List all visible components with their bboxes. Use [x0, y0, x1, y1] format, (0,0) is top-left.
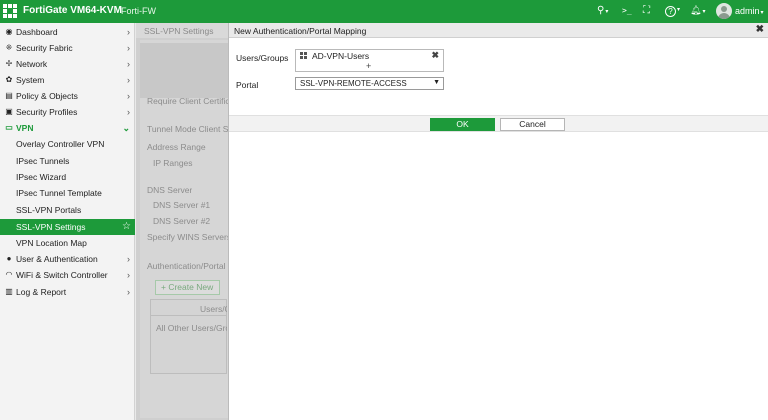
chevron-right-icon: › — [127, 59, 130, 69]
mapping-dialog: New Authentication/Portal Mapping ✖ User… — [228, 23, 768, 420]
chart-icon: ▥ — [5, 287, 13, 296]
sidebar-item-log-report[interactable]: ▥ Log & Report › — [0, 284, 135, 300]
address-range-label: Address Range — [147, 142, 206, 152]
dns-server-2-label: DNS Server #2 — [153, 216, 211, 226]
fullscreen-icon[interactable]: ⛶ — [643, 5, 650, 16]
chevron-right-icon: › — [127, 287, 130, 297]
tunnel-mode-label: Tunnel Mode Client Se — [147, 124, 228, 134]
add-icon[interactable]: + — [366, 61, 371, 71]
close-icon[interactable]: ✖ — [756, 24, 764, 35]
app-title: FortiGate VM64-KVM — [23, 5, 122, 16]
auth-portal-label: Authentication/Portal — [147, 261, 226, 271]
hostname: Forti-FW — [121, 6, 156, 16]
sidebar: ◉ Dashboard › ⁜ Security Fabric › ✢ Netw… — [0, 23, 135, 420]
help-icon[interactable]: ? — [665, 6, 676, 17]
terminal-icon[interactable]: >_ — [622, 6, 632, 15]
fabric-icon: ⁜ — [5, 43, 13, 52]
dns-server-label: DNS Server — [147, 185, 193, 195]
all-other-users-cell: All Other Users/Gro — [156, 323, 227, 333]
sidebar-item-user-authentication[interactable]: ● User & Authentication › — [0, 251, 135, 267]
portal-value: SSL-VPN-REMOTE-ACCESS — [300, 79, 407, 88]
users-groups-field[interactable]: AD-VPN-Users ✖ + — [295, 49, 444, 72]
users-column-header: Users/C — [200, 304, 227, 314]
wifi-icon: ◠ — [5, 270, 13, 279]
wins-servers-label: Specify WINS Servers — [147, 232, 228, 242]
users-groups-value: AD-VPN-Users — [312, 51, 370, 61]
sidebar-item-vpn-location-map[interactable]: VPN Location Map — [0, 235, 135, 251]
top-bar: FortiGate VM64-KVM Forti-FW ⚲▾ >_ ⛶ ? ▾ … — [0, 0, 768, 23]
ok-button[interactable]: OK — [430, 118, 495, 131]
dashboard-icon: ◉ — [5, 27, 13, 36]
sidebar-item-network[interactable]: ✢ Network › — [0, 56, 135, 72]
dialog-header: New Authentication/Portal Mapping ✖ — [229, 23, 768, 38]
chevron-right-icon: › — [127, 254, 130, 264]
users-groups-label: Users/Groups — [236, 53, 289, 63]
sidebar-item-vpn[interactable]: ▭ VPN ⌄ — [0, 120, 135, 136]
sidebar-item-overlay-controller-vpn[interactable]: Overlay Controller VPN — [0, 136, 135, 152]
chevron-right-icon: › — [127, 43, 130, 53]
lock-icon: ▣ — [5, 107, 13, 116]
monitor-icon: ▭ — [5, 123, 13, 132]
sidebar-item-policy-objects[interactable]: ▤ Policy & Objects › — [0, 88, 135, 104]
chevron-right-icon: › — [127, 75, 130, 85]
group-icon — [300, 52, 308, 60]
star-icon[interactable]: ☆ — [122, 219, 131, 235]
dialog-title: New Authentication/Portal Mapping — [234, 26, 367, 36]
page-tab: SSL-VPN Settings — [136, 23, 231, 38]
settings-block — [140, 43, 228, 98]
network-icon: ✢ — [5, 59, 13, 68]
require-client-cert-label: Require Client Certific — [147, 96, 228, 106]
cancel-button[interactable]: Cancel — [500, 118, 565, 131]
chevron-right-icon: › — [127, 91, 130, 101]
chevron-right-icon: › — [127, 107, 130, 117]
ip-ranges-label: IP Ranges — [153, 158, 193, 168]
sidebar-item-ipsec-wizard[interactable]: IPsec Wizard — [0, 169, 135, 185]
sidebar-item-security-profiles[interactable]: ▣ Security Profiles › — [0, 104, 135, 120]
create-new-button[interactable]: + Create New — [155, 280, 220, 295]
bell-icon[interactable]: 🔔︎▾ — [690, 5, 705, 16]
sidebar-item-dashboard[interactable]: ◉ Dashboard › — [0, 24, 135, 40]
sidebar-item-ssl-vpn-settings[interactable]: SSL-VPN Settings ☆ — [0, 219, 135, 235]
user-icon: ● — [6, 254, 12, 263]
dialog-footer: OK Cancel — [229, 115, 768, 132]
sidebar-item-system[interactable]: ✿ System › — [0, 72, 135, 88]
sidebar-item-ipsec-tunnels[interactable]: IPsec Tunnels — [0, 153, 135, 169]
remove-icon[interactable]: ✖ — [431, 50, 439, 61]
fortinet-logo-icon — [3, 4, 18, 19]
chevron-right-icon: › — [127, 270, 130, 280]
chevron-right-icon: › — [127, 27, 130, 37]
dropdown-arrow-icon: ▼ — [433, 79, 440, 86]
sidebar-item-security-fabric[interactable]: ⁜ Security Fabric › — [0, 40, 135, 56]
user-menu[interactable]: admin▾ — [735, 6, 764, 16]
sidebar-item-wifi-switch-controller[interactable]: ◠ WiFi & Switch Controller › — [0, 267, 135, 283]
gear-icon: ✿ — [5, 75, 13, 84]
policy-icon: ▤ — [5, 91, 13, 100]
dns-server-1-label: DNS Server #1 — [153, 200, 211, 210]
portal-label: Portal — [236, 80, 259, 90]
help-caret-icon[interactable]: ▾ — [677, 6, 680, 13]
search-icon[interactable]: ⚲▾ — [597, 5, 608, 16]
chevron-down-icon: ⌄ — [122, 123, 130, 133]
sidebar-item-ipsec-tunnel-template[interactable]: IPsec Tunnel Template — [0, 185, 135, 201]
avatar[interactable] — [716, 3, 732, 19]
sidebar-item-ssl-vpn-portals[interactable]: SSL-VPN Portals — [0, 202, 135, 218]
portal-select[interactable]: SSL-VPN-REMOTE-ACCESS ▼ — [295, 77, 444, 90]
